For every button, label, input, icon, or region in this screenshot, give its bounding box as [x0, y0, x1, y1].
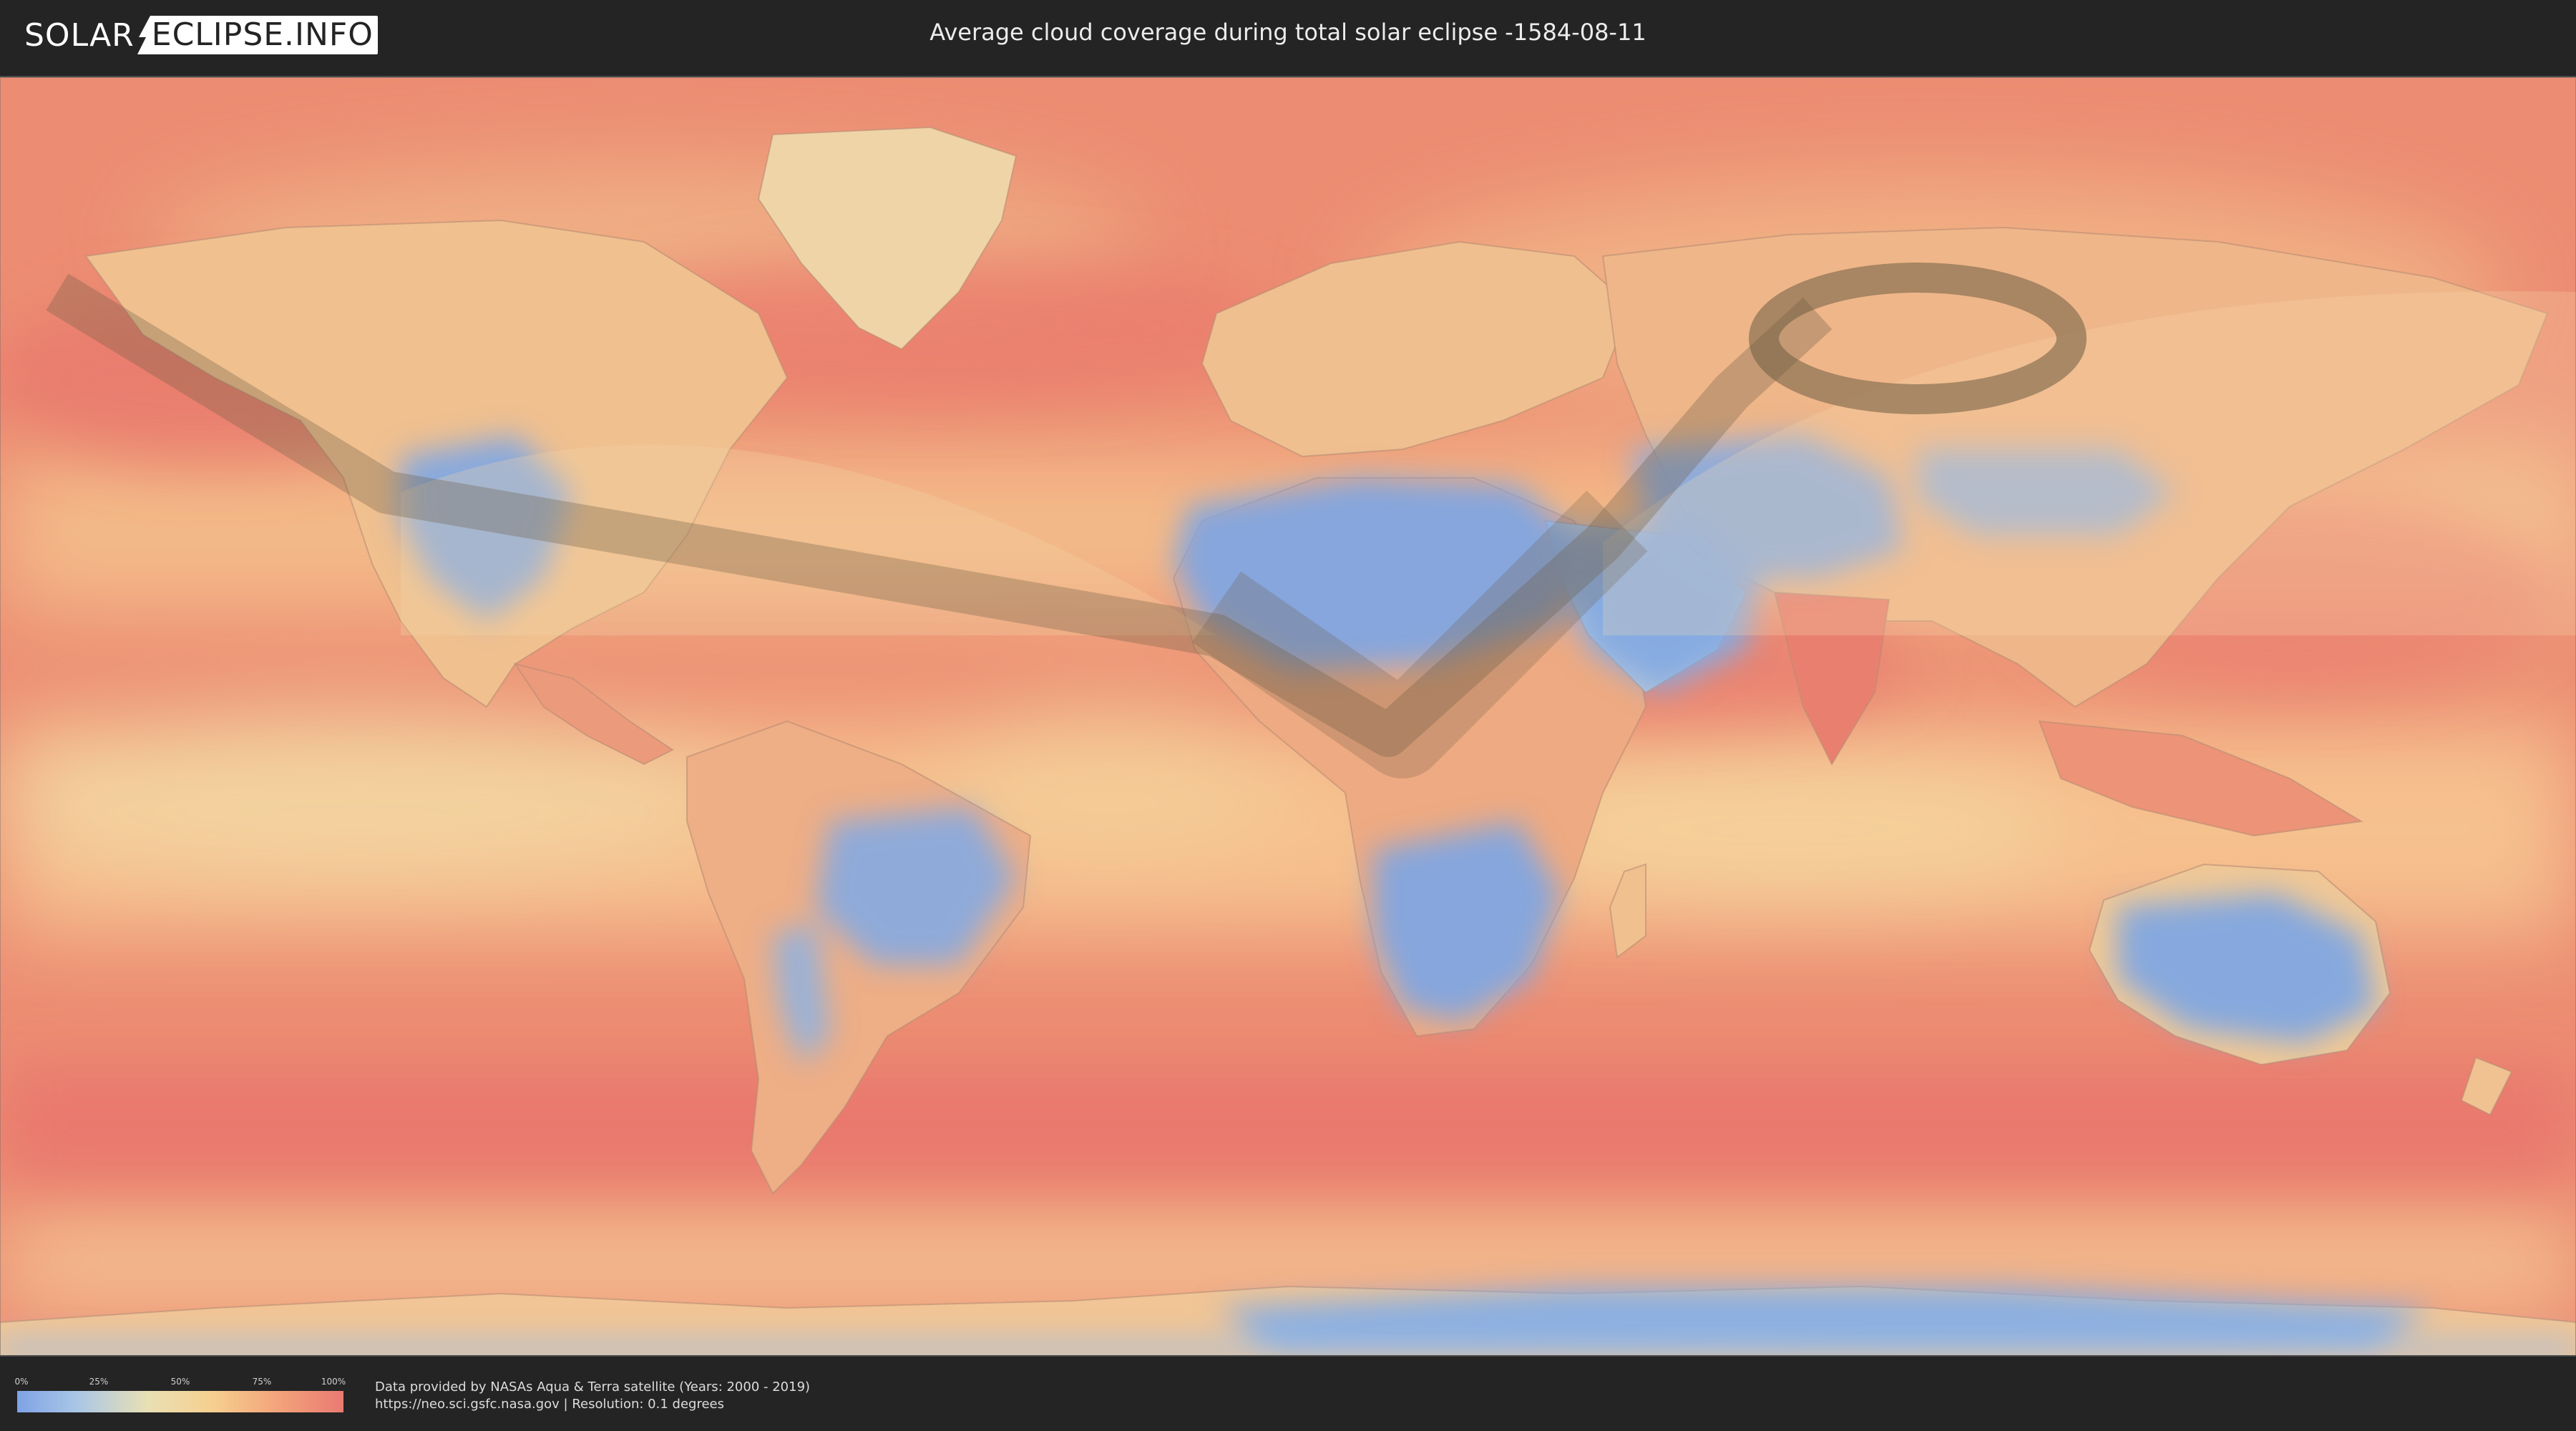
credits-line-source: Data provided by NASAs Aqua & Terra sate… — [375, 1379, 811, 1395]
page-root: SOLAR ECLIPSE.INFO Average cloud coverag… — [0, 0, 2576, 1431]
cloud-coverage-legend: 0% 25% 50% 75% 100% — [14, 1377, 346, 1427]
legend-tick-75: 75% — [252, 1377, 272, 1387]
legend-color-bar — [17, 1391, 343, 1412]
cloud-coverage-map[interactable] — [0, 76, 2576, 1357]
data-credits: Data provided by NASAs Aqua & Terra sate… — [375, 1379, 810, 1413]
legend-tick-25: 25% — [89, 1377, 109, 1387]
credits-line-url: https://neo.sci.gsfc.nasa.gov | Resoluti… — [375, 1397, 724, 1412]
page-title: Average cloud coverage during total sola… — [930, 19, 1646, 46]
legend-tick-50: 50% — [170, 1377, 190, 1387]
footer-bar: 0% 25% 50% 75% 100% Data provided by NAS… — [0, 1359, 2576, 1431]
legend-tick-0: 0% — [14, 1377, 29, 1387]
header-bar: SOLAR ECLIPSE.INFO Average cloud coverag… — [0, 0, 2576, 72]
world-map-svg — [0, 77, 2576, 1355]
legend-tick-100: 100% — [321, 1377, 346, 1387]
